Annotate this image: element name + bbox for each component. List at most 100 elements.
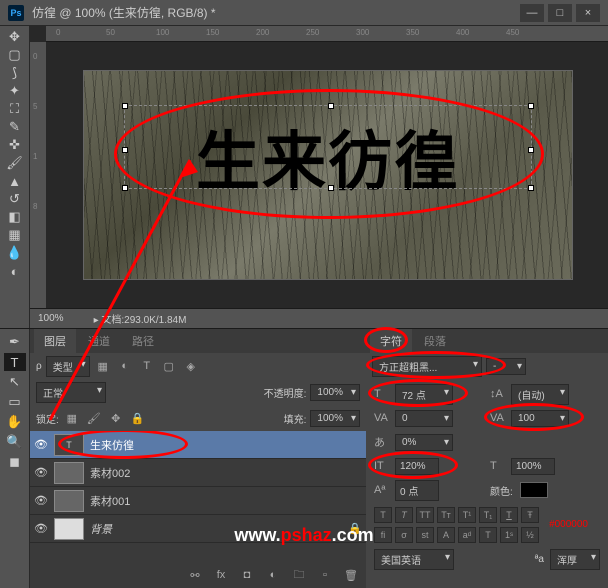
watermark: www.pshaz.com <box>234 525 373 546</box>
new-layer-icon[interactable]: ▫ <box>316 566 334 584</box>
layer-row[interactable]: 👁 T 生来仿徨 <box>30 431 366 459</box>
bold-button[interactable]: T <box>374 507 392 523</box>
zoom-tool[interactable]: 🔍 <box>4 433 26 451</box>
visibility-icon[interactable]: 👁 <box>34 438 48 451</box>
opacity-label: 不透明度: <box>264 385 307 400</box>
vscale-input[interactable]: 120% <box>395 458 439 475</box>
ot-1st-button[interactable]: 1ˢ <box>500 527 518 543</box>
filter-shape-icon[interactable]: ▢ <box>160 357 178 375</box>
document-canvas[interactable]: 生来彷徨 <box>83 70 573 280</box>
document-info[interactable]: 文档:293.0K/1.84M <box>94 311 187 326</box>
hscale-input[interactable]: 100% <box>511 458 555 475</box>
italic-button[interactable]: T <box>395 507 413 523</box>
layer-fx-icon[interactable]: fx <box>212 566 230 584</box>
filter-adjust-icon[interactable]: ◐ <box>116 357 134 375</box>
allcaps-button[interactable]: TT <box>416 507 434 523</box>
opacity-input[interactable]: 100% <box>310 384 360 401</box>
gradient-tool[interactable]: ▦ <box>4 226 26 244</box>
underline-button[interactable]: T <box>500 507 518 523</box>
tab-layers[interactable]: 图层 <box>34 329 76 353</box>
app-icon: Ps <box>8 5 24 21</box>
eyedropper-tool[interactable]: ✎ <box>4 118 26 136</box>
ot-a-button[interactable]: A <box>437 527 455 543</box>
text-color-swatch[interactable] <box>520 482 548 498</box>
kerning-input[interactable]: 0 <box>395 410 453 427</box>
ot-st-button[interactable]: st <box>416 527 434 543</box>
layer-name[interactable]: 素材001 <box>90 493 130 509</box>
delete-layer-icon[interactable]: 🗑 <box>342 566 360 584</box>
fill-label: 填充: <box>284 411 307 426</box>
crop-tool[interactable]: ⛶ <box>4 100 26 118</box>
brush-tool[interactable]: 🖌 <box>4 154 26 172</box>
visibility-icon[interactable]: 👁 <box>34 494 48 507</box>
fill-input[interactable]: 100% <box>310 410 360 427</box>
wand-tool[interactable]: ✦ <box>4 82 26 100</box>
hand-tool[interactable]: ✋ <box>4 413 26 431</box>
layer-group-icon[interactable]: 🗀 <box>290 566 308 584</box>
ot-half-button[interactable]: ½ <box>521 527 539 543</box>
filter-pixel-icon[interactable]: ▦ <box>94 357 112 375</box>
layer-row[interactable]: 👁 素材002 <box>30 459 366 487</box>
layer-name[interactable]: 背景 <box>90 521 112 537</box>
antialias-dropdown[interactable]: 浑厚 <box>550 549 600 570</box>
history-brush-tool[interactable]: ↺ <box>4 190 26 208</box>
path-tool[interactable]: ↖ <box>4 373 26 391</box>
adjustment-layer-icon[interactable]: ◐ <box>264 566 282 584</box>
marquee-tool[interactable]: ▢ <box>4 46 26 64</box>
dodge-tool[interactable]: ◐ <box>4 262 26 280</box>
superscript-button[interactable]: T¹ <box>458 507 476 523</box>
tab-paths[interactable]: 路径 <box>122 329 164 353</box>
maximize-button[interactable]: □ <box>548 4 572 22</box>
transform-box[interactable] <box>124 105 532 189</box>
color-swatch[interactable]: ◼ <box>4 453 26 471</box>
subscript-button[interactable]: T₁ <box>479 507 497 523</box>
layer-filter-kind[interactable]: 类型 <box>46 356 90 377</box>
blend-mode-dropdown[interactable]: 正常 <box>36 382 106 403</box>
close-button[interactable]: × <box>576 4 600 22</box>
filter-type-icon[interactable]: T <box>138 357 156 375</box>
layer-row[interactable]: 👁 素材001 <box>30 487 366 515</box>
leading-input[interactable]: (自动) <box>511 384 569 405</box>
minimize-button[interactable]: — <box>520 4 544 22</box>
shift-input[interactable]: 0 点 <box>395 480 439 501</box>
stamp-tool[interactable]: ▲ <box>4 172 26 190</box>
lock-all-icon[interactable]: 🔒 <box>129 409 147 427</box>
shape-tool[interactable]: ▭ <box>4 393 26 411</box>
lock-position-icon[interactable]: ✥ <box>107 409 125 427</box>
baseline-icon: あ <box>374 434 392 450</box>
layer-thumb-text: T <box>54 434 84 456</box>
tab-channels[interactable]: 通道 <box>78 329 120 353</box>
font-family-dropdown[interactable]: 方正超粗黑... <box>372 356 482 377</box>
blur-tool[interactable]: 💧 <box>4 244 26 262</box>
smallcaps-button[interactable]: Tᴛ <box>437 507 455 523</box>
tab-character[interactable]: 字符 <box>370 329 412 353</box>
tracking-input[interactable]: 100 <box>511 410 569 427</box>
baseline-input[interactable]: 0% <box>395 434 453 451</box>
layer-name[interactable]: 素材002 <box>90 465 130 481</box>
layer-mask-icon[interactable]: ◘ <box>238 566 256 584</box>
font-style-dropdown[interactable]: - <box>486 358 526 375</box>
visibility-icon[interactable]: 👁 <box>34 522 48 535</box>
font-size-input[interactable]: 72 点 <box>395 384 453 405</box>
layer-thumb <box>54 490 84 512</box>
tab-paragraph[interactable]: 段落 <box>414 329 456 353</box>
pen-tool[interactable]: ✒ <box>4 333 26 351</box>
ot-ad-button[interactable]: aᵈ <box>458 527 476 543</box>
strike-button[interactable]: Ŧ <box>521 507 539 523</box>
lock-pixels-icon[interactable]: 🖌 <box>85 409 103 427</box>
zoom-level[interactable]: 100% <box>38 313 64 324</box>
filter-smart-icon[interactable]: ◈ <box>182 357 200 375</box>
heal-tool[interactable]: ✜ <box>4 136 26 154</box>
visibility-icon[interactable]: 👁 <box>34 466 48 479</box>
lock-transparency-icon[interactable]: ▦ <box>63 409 81 427</box>
type-tool[interactable]: T <box>4 353 26 371</box>
layer-name[interactable]: 生来仿徨 <box>90 437 134 453</box>
ot-sigma-button[interactable]: σ <box>395 527 413 543</box>
move-tool[interactable]: ✥ <box>4 28 26 46</box>
lasso-tool[interactable]: ⟆ <box>4 64 26 82</box>
ot-t-button[interactable]: T <box>479 527 497 543</box>
link-layers-icon[interactable]: ⚯ <box>186 566 204 584</box>
eraser-tool[interactable]: ◧ <box>4 208 26 226</box>
language-dropdown[interactable]: 美国英语 <box>374 549 454 570</box>
ot-fi-button[interactable]: fi <box>374 527 392 543</box>
